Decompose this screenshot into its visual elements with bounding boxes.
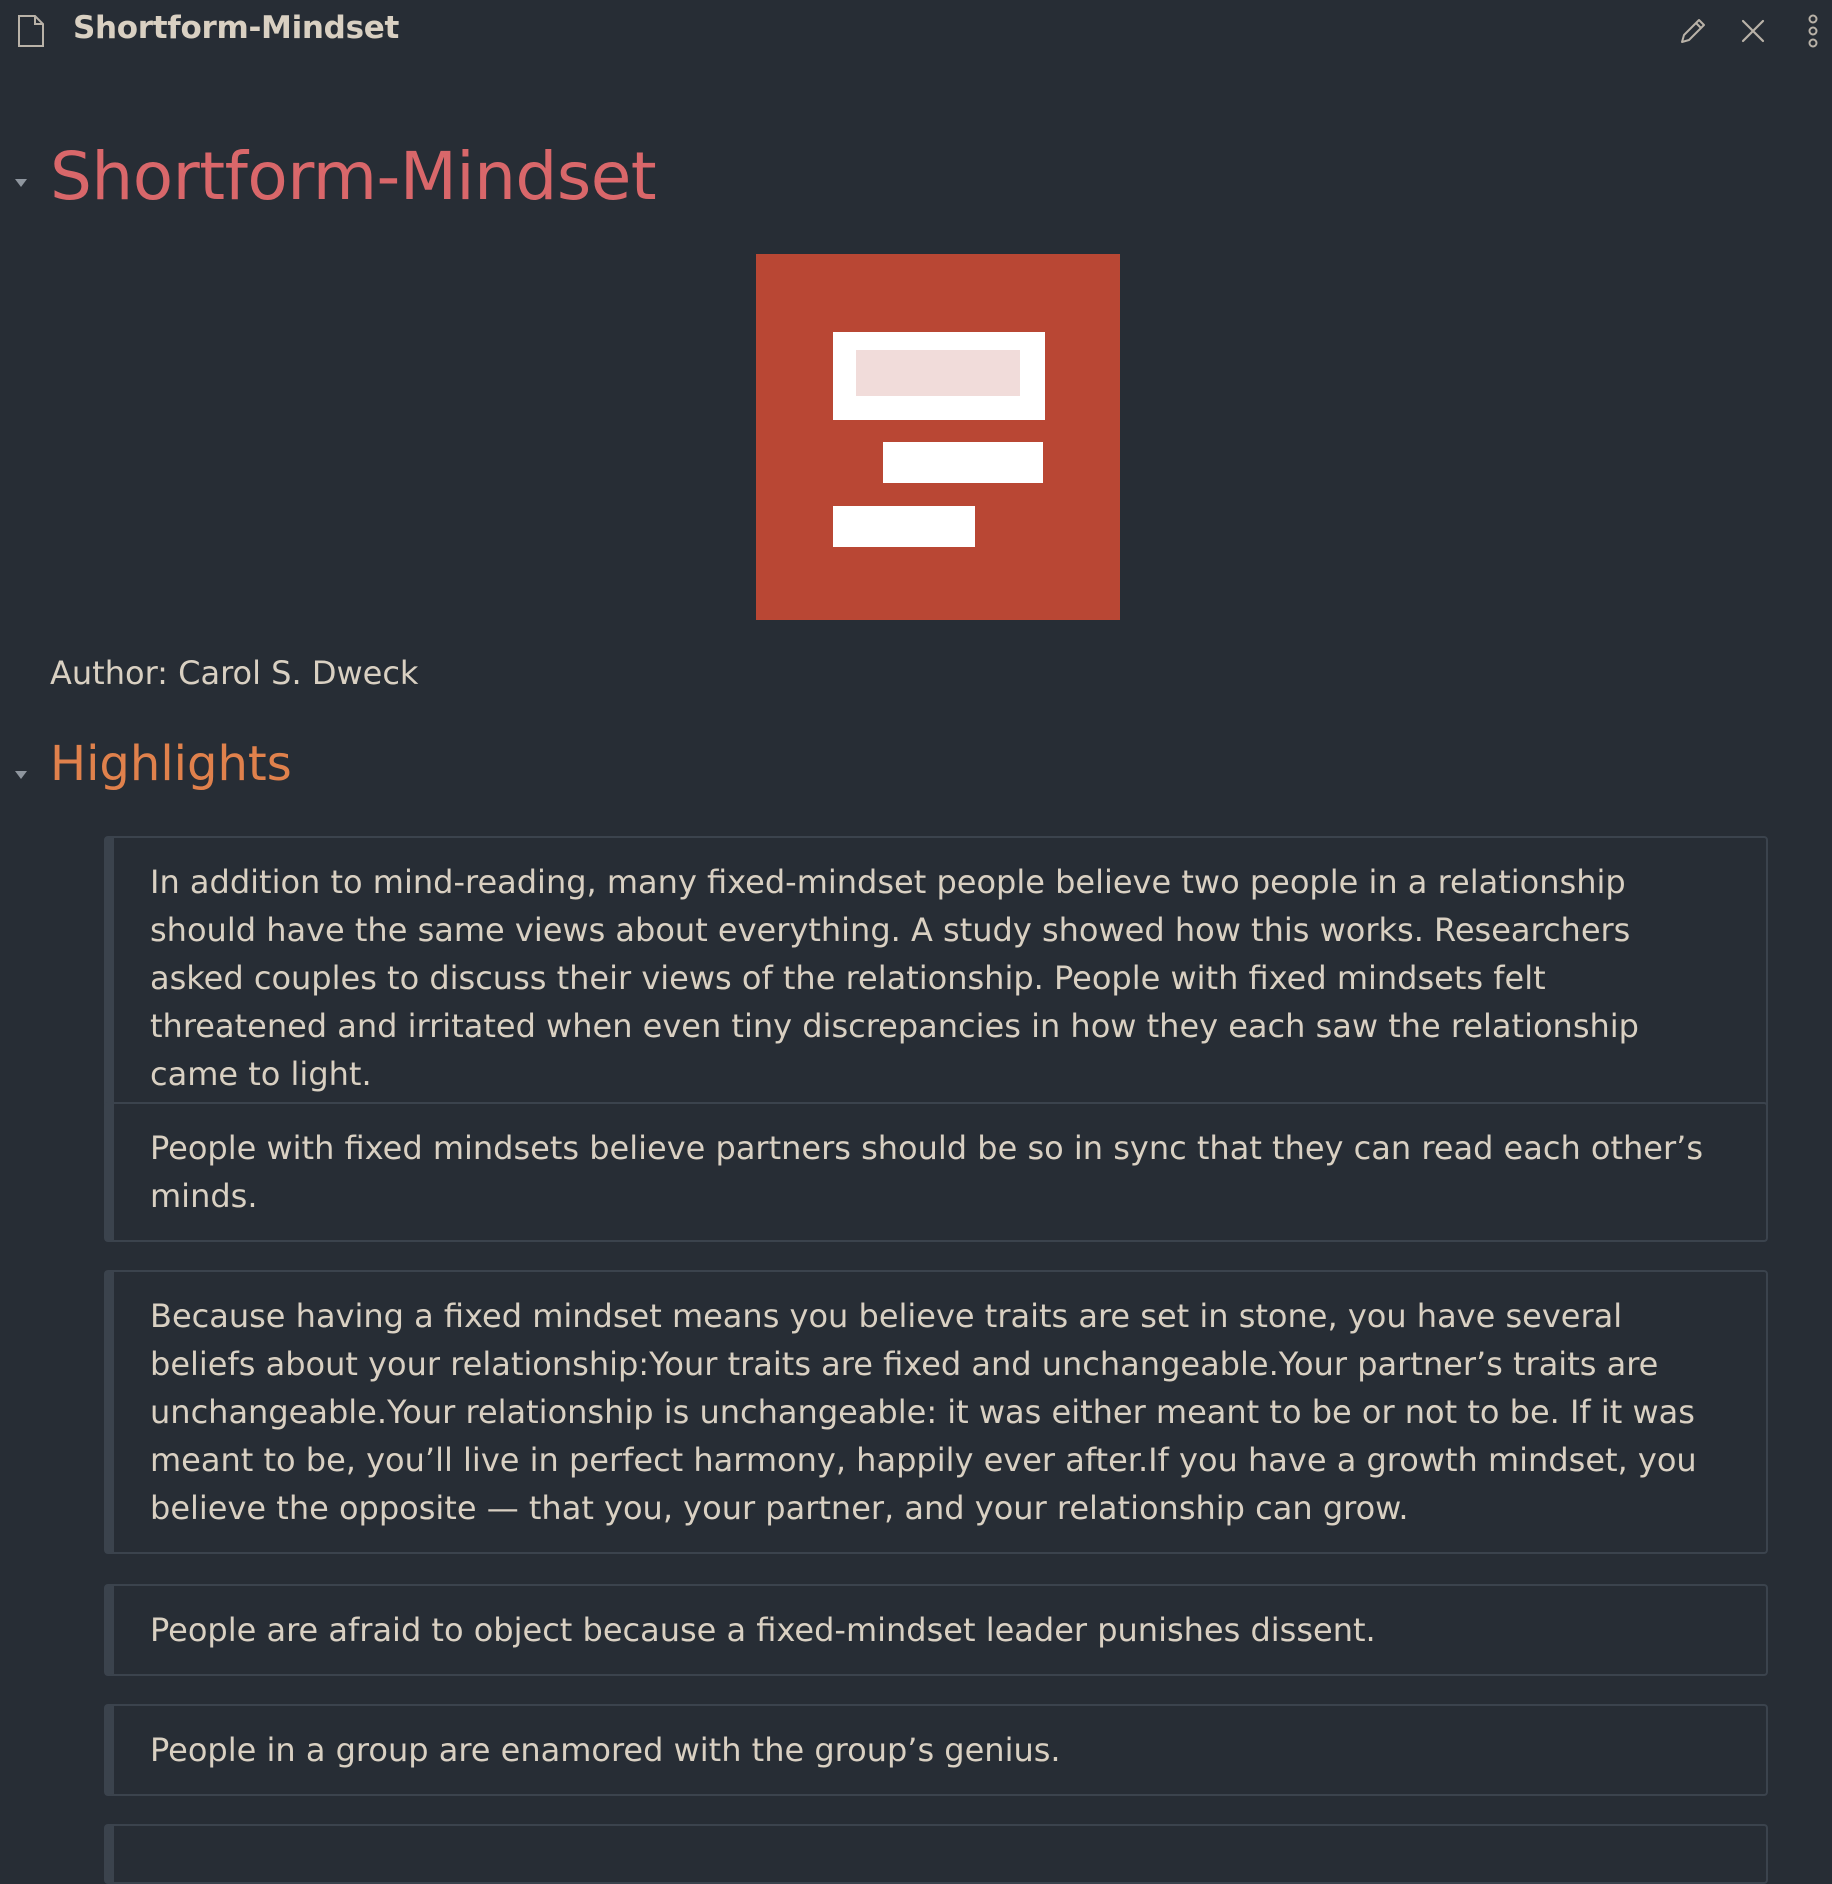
file-icon	[16, 14, 46, 48]
close-icon[interactable]	[1732, 10, 1774, 52]
highlights-heading: Highlights	[50, 736, 292, 792]
more-vertical-icon[interactable]	[1792, 10, 1832, 52]
highlight-quote: In addition to mind-reading, many fixed-…	[104, 836, 1768, 1120]
collapse-chevron-icon[interactable]	[11, 173, 31, 193]
cover-image	[756, 254, 1120, 620]
collapse-chevron-icon[interactable]	[11, 765, 31, 785]
pencil-icon[interactable]	[1672, 10, 1714, 52]
view-header: Shortform-Mindset	[0, 0, 1832, 62]
highlight-quote	[104, 1824, 1768, 1884]
view-title[interactable]: Shortform-Mindset	[73, 10, 399, 46]
highlight-quote: People are afraid to object because a fi…	[104, 1584, 1768, 1676]
highlight-quote: People in a group are enamored with the …	[104, 1704, 1768, 1796]
note-title: Shortform-Mindset	[50, 138, 657, 215]
highlight-quote: People with fixed mindsets believe partn…	[104, 1102, 1768, 1242]
author-line: Author: Carol S. Dweck	[50, 654, 419, 692]
highlight-quote: Because having a fixed mindset means you…	[104, 1270, 1768, 1554]
